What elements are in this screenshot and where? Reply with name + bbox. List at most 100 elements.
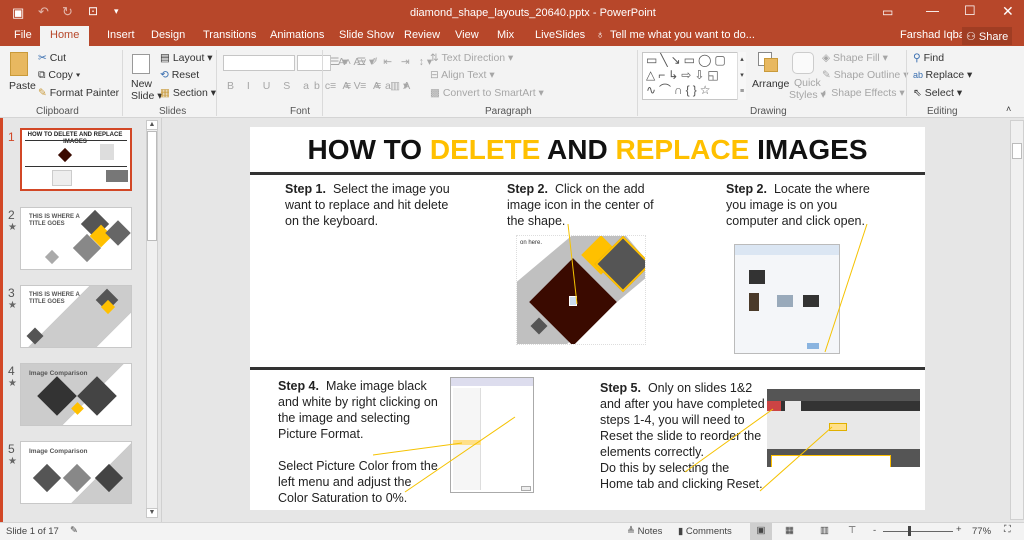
- paste-button[interactable]: Paste: [9, 80, 36, 92]
- tab-animations[interactable]: Animations: [270, 29, 324, 41]
- share-button[interactable]: ⚇ Share: [962, 27, 1012, 45]
- quick-styles-icon: [792, 52, 814, 74]
- tab-transitions[interactable]: Transitions: [203, 29, 256, 41]
- status-bar: Slide 1 of 17 ✎ ≜ Notes ▮ Comments ▣ ▦ ▥…: [0, 522, 1024, 540]
- slideshow-button[interactable]: ⊤: [848, 525, 856, 536]
- slide-canvas[interactable]: HOW TO DELETE AND REPLACE IMAGES Step 1.…: [250, 127, 925, 510]
- scroll-up-button[interactable]: ▲: [146, 120, 158, 130]
- group-label-slides: Slides: [159, 106, 187, 117]
- zoom-slider-thumb[interactable]: [908, 526, 912, 536]
- customize-qat-icon[interactable]: ▾: [114, 6, 119, 17]
- gallery-scroll[interactable]: ▴ ▾ ≡: [737, 52, 746, 100]
- new-slide-icon[interactable]: [132, 54, 150, 74]
- zoom-in-button[interactable]: +: [956, 524, 962, 535]
- shape-effects-button[interactable]: ◐ Shape Effects ▾: [822, 87, 905, 99]
- slide-thumbnail-3[interactable]: THIS IS WHERE A TITLE GOES: [20, 285, 132, 348]
- start-slideshow-icon[interactable]: ⊡: [88, 4, 98, 18]
- copy-button[interactable]: ⧉ Copy ▾: [38, 69, 80, 82]
- alignment-icons[interactable]: ≡ ≡ ≡ ≡ ▥▾: [330, 80, 411, 92]
- tab-home[interactable]: Home: [40, 26, 90, 46]
- tab-view[interactable]: View: [455, 29, 479, 41]
- shape-outline-button[interactable]: ✎ Shape Outline ▾: [822, 69, 908, 81]
- cursor-icon: ⇖: [913, 87, 925, 99]
- tab-slide-show[interactable]: Slide Show: [339, 29, 394, 41]
- tab-insert[interactable]: Insert: [107, 29, 135, 41]
- format-painter-button[interactable]: ✎ Format Painter: [38, 87, 119, 99]
- paste-icon[interactable]: [10, 52, 28, 76]
- scissors-icon: ✂: [38, 52, 50, 64]
- copy-icon: ⧉: [38, 69, 49, 81]
- reading-view-button[interactable]: ▥: [820, 525, 829, 536]
- section-button[interactable]: ▦ Section ▾: [160, 87, 216, 99]
- spell-check-icon[interactable]: ✎: [70, 525, 78, 536]
- zoom-level[interactable]: 77%: [972, 526, 991, 537]
- thumb-title: Image Comparison: [29, 448, 88, 455]
- tab-design[interactable]: Design: [151, 29, 185, 41]
- brush-icon: ✎: [38, 87, 50, 99]
- layout-button[interactable]: ▤ Layout ▾: [160, 52, 213, 64]
- pane-accent: [0, 118, 3, 522]
- divider: [906, 50, 907, 116]
- font-name-select[interactable]: [223, 55, 295, 71]
- scrollbar-thumb[interactable]: [1012, 143, 1022, 159]
- align-text-button[interactable]: ⊟ Align Text ▾: [430, 69, 495, 81]
- slide-sorter-button[interactable]: ▦: [785, 525, 794, 536]
- close-button[interactable]: ✕: [1002, 3, 1014, 20]
- slide-scrollbar[interactable]: [1010, 120, 1024, 520]
- layout-icon: ▤: [160, 52, 173, 64]
- lightbulb-icon: ♁: [596, 29, 605, 41]
- ribbon: Paste ✂ Cut ⧉ Copy ▾ ✎ Format Painter Cl…: [0, 46, 1024, 118]
- replace-button[interactable]: ab Replace ▾: [913, 69, 972, 81]
- new-slide-button[interactable]: New Slide ▾: [131, 78, 163, 102]
- convert-smartart-button[interactable]: ▩ Convert to SmartArt ▾: [430, 87, 544, 99]
- tab-mix[interactable]: Mix: [497, 29, 514, 41]
- shape-fill-button[interactable]: ◈ Shape Fill ▾: [822, 52, 888, 64]
- person-add-icon: ⚇: [966, 31, 979, 43]
- reset-button[interactable]: ⟲ Reset: [160, 69, 199, 81]
- redo-icon[interactable]: ↻: [62, 4, 73, 20]
- animation-star-icon: ★: [8, 378, 17, 389]
- select-button[interactable]: ⇖ Select ▾: [913, 87, 962, 99]
- normal-view-button[interactable]: ▣: [750, 523, 772, 540]
- title-bar: ▣ ↶ ↻ ⊡ ▾ diamond_shape_layouts_20640.pp…: [0, 0, 1024, 26]
- save-icon[interactable]: ▣: [12, 5, 24, 21]
- animation-star-icon: ★: [8, 456, 17, 467]
- thumb-number: 5: [8, 442, 15, 456]
- shapes-gallery[interactable]: ▭╲↘▭◯▢ △⌐↳⇨⇩◱ ∿⌒∩{}☆: [642, 52, 746, 100]
- font-size-select[interactable]: [297, 55, 331, 71]
- divider: [637, 50, 638, 116]
- zoom-slider[interactable]: [883, 531, 953, 532]
- tab-file[interactable]: File: [14, 29, 32, 41]
- slide-thumbnail-5[interactable]: Image Comparison: [20, 441, 132, 504]
- text-direction-button[interactable]: ⇅ Text Direction ▾: [430, 52, 513, 64]
- quick-styles-button[interactable]: Quick Styles ▾: [789, 77, 826, 101]
- fit-to-window-button[interactable]: ⛶: [1004, 524, 1011, 535]
- tab-review[interactable]: Review: [404, 29, 440, 41]
- thumb-number: 1: [8, 130, 15, 144]
- minimize-button[interactable]: —: [926, 3, 939, 18]
- maximize-button[interactable]: ☐: [964, 3, 976, 19]
- scrollbar-thumb[interactable]: [147, 131, 157, 241]
- tab-liveslides[interactable]: LiveSlides: [535, 29, 585, 41]
- ribbon-display-icon[interactable]: ▭: [882, 5, 893, 19]
- user-name[interactable]: Farshad Iqbal: [900, 29, 967, 41]
- arrange-button[interactable]: Arrange: [752, 78, 789, 90]
- slide-thumbnail-4[interactable]: Image Comparison: [20, 363, 132, 426]
- slide-thumbnail-2[interactable]: THIS IS WHERE A TITLE GOES: [20, 207, 132, 270]
- scroll-down-button[interactable]: ▼: [146, 508, 158, 518]
- zoom-out-button[interactable]: -: [873, 525, 876, 536]
- animation-star-icon: ★: [8, 300, 17, 311]
- cut-button[interactable]: ✂ Cut: [38, 52, 66, 64]
- divider: [216, 50, 217, 116]
- tell-me-input[interactable]: Tell me what you want to do...: [610, 29, 755, 41]
- collapse-ribbon-icon[interactable]: ˄: [1006, 104, 1011, 114]
- notes-button[interactable]: ≜ Notes: [627, 526, 662, 537]
- divider: [122, 50, 123, 116]
- list-indent-icons[interactable]: ☰▾ ☰▾ ⇤ ⇥ ↕▾: [330, 56, 435, 68]
- group-label-clipboard: Clipboard: [36, 106, 79, 117]
- find-button[interactable]: ⚲ Find: [913, 52, 944, 64]
- slide-thumbnail-1[interactable]: HOW TO DELETE AND REPLACE IMAGES: [20, 128, 132, 191]
- comments-button[interactable]: ▮ Comments: [678, 526, 732, 537]
- undo-icon[interactable]: ↶: [38, 4, 49, 20]
- annotation-line: [372, 442, 463, 456]
